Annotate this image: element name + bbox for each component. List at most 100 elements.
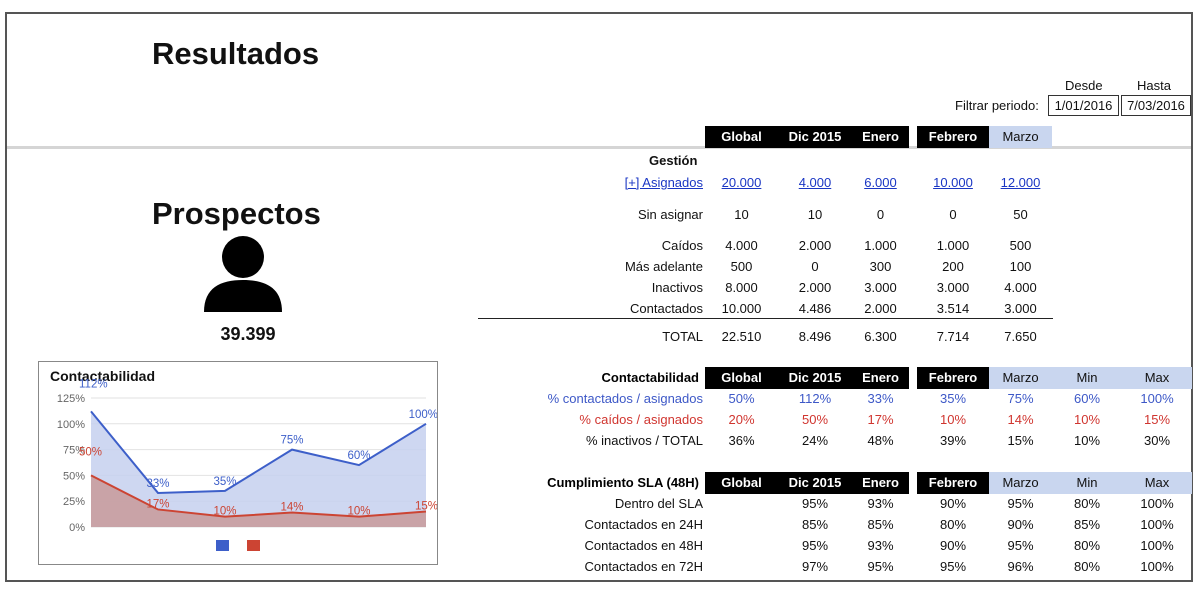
contact-header-febrero: Febrero [917, 367, 989, 389]
sla-dentro-marzo: 95% [1007, 496, 1034, 511]
sla-48h-label: Contactados en 48H [584, 538, 703, 553]
chart-data-label: 112% [79, 378, 108, 390]
chart-data-label: 10% [213, 506, 236, 518]
contactados-global: 10.000 [721, 301, 762, 316]
filter-to-label: Hasta [1137, 78, 1171, 93]
pct-contactados-max: 100% [1140, 391, 1174, 406]
contactados-dic2015: 4.486 [798, 301, 832, 316]
sla-48h-febrero: 90% [939, 538, 967, 553]
asignados-global-link[interactable]: 20.000 [705, 175, 778, 190]
chart-ytick-label: 0% [69, 522, 85, 534]
contactados-marzo: 3.000 [1004, 301, 1037, 316]
sla-dentro-enero: 93% [867, 496, 894, 511]
sin-asignar-global: 10 [734, 207, 749, 222]
sla-header-enero: Enero [852, 472, 909, 494]
pct-caidos-label: % caídos / asignados [579, 412, 703, 427]
sla-48h-marzo: 95% [1007, 538, 1034, 553]
sin-asignar-febrero: 0 [949, 207, 957, 222]
filter-from-input[interactable]: 1/01/2016 [1048, 95, 1119, 116]
mas-adelante-global: 500 [730, 259, 753, 274]
total-global: 22.510 [721, 329, 762, 344]
sla-48h-max: 100% [1140, 538, 1174, 553]
inactivos-febrero: 3.000 [936, 280, 970, 295]
caidos-label: Caídos [661, 238, 703, 253]
caidos-febrero: 1.000 [936, 238, 970, 253]
total-febrero: 7.714 [936, 329, 970, 344]
chart-data-label: 75% [280, 435, 303, 447]
pct-inactivos-max: 30% [1143, 433, 1171, 448]
inactivos-global: 8.000 [725, 280, 758, 295]
filter-period-label: Filtrar periodo: [955, 98, 1039, 113]
contactados-enero: 2.000 [864, 301, 897, 316]
sla-24h-dic2015: 85% [801, 517, 829, 532]
total-dic2015: 8.496 [798, 329, 832, 344]
sla-dentro-dic2015: 95% [801, 496, 829, 511]
sla-72h-febrero: 95% [939, 559, 967, 574]
asignados-link[interactable]: [+] Asignados [560, 175, 703, 190]
person-icon [204, 236, 282, 312]
sla-72h-label: Contactados en 72H [584, 559, 703, 574]
sla-72h-marzo: 96% [1007, 559, 1034, 574]
sla-72h-enero: 95% [867, 559, 894, 574]
sla-48h-min: 80% [1073, 538, 1101, 553]
chart-legend-swatch-0 [216, 540, 229, 551]
asignados-dic2015-link[interactable]: 4.000 [778, 175, 852, 190]
sla-72h-min: 80% [1073, 559, 1101, 574]
prospectos-count: 39.399 [220, 324, 276, 344]
pct-caidos-global: 20% [728, 412, 755, 427]
asignados-enero-link[interactable]: 6.000 [852, 175, 909, 190]
pct-contactados-dic2015: 112% [798, 391, 832, 406]
total-enero: 6.300 [864, 329, 897, 344]
gestion-section-label: Gestión [649, 153, 698, 168]
sla-24h-label: Contactados en 24H [584, 517, 703, 532]
mas-adelante-marzo: 100 [1009, 259, 1032, 274]
pct-contactados-label: % contactados / asignados [547, 391, 703, 406]
contact-header-dic2015: Dic 2015 [778, 367, 852, 389]
gestion-header-febrero: Febrero [917, 126, 989, 148]
pct-inactivos-febrero: 39% [939, 433, 967, 448]
sin-asignar-enero: 0 [876, 207, 885, 222]
inactivos-dic2015: 2.000 [798, 280, 832, 295]
sla-header-marzo: Marzo [989, 472, 1052, 494]
pct-contactados-global: 50% [728, 391, 755, 406]
mas-adelante-enero: 300 [869, 259, 892, 274]
sin-asignar-label: Sin asignar [637, 207, 703, 222]
sla-header-febrero: Febrero [917, 472, 989, 494]
filter-from-label: Desde [1065, 78, 1103, 93]
sla-header-global: Global [705, 472, 778, 494]
caidos-dic2015: 2.000 [798, 238, 832, 253]
sla-48h-dic2015: 95% [801, 538, 829, 553]
sla-72h-dic2015: 97% [801, 559, 829, 574]
contact-header-max: Max [1122, 367, 1192, 389]
pct-caidos-max: 15% [1143, 412, 1171, 427]
sla-title: Cumplimiento SLA (48H) [547, 475, 699, 490]
sla-header-min: Min [1052, 472, 1122, 494]
chart-data-label: 35% [213, 476, 236, 488]
gestion-header-enero: Enero [852, 126, 909, 148]
chart-data-label: 10% [347, 506, 370, 518]
caidos-global: 4.000 [725, 238, 758, 253]
chart-data-label: 33% [146, 478, 169, 490]
contact-header-marzo: Marzo [989, 367, 1052, 389]
filter-to-input[interactable]: 7/03/2016 [1121, 95, 1191, 116]
contactabilidad-title: Contactabilidad [560, 367, 705, 389]
sla-72h-max: 100% [1140, 559, 1174, 574]
pct-caidos-enero: 17% [867, 412, 894, 427]
sla-header-max: Max [1122, 472, 1192, 494]
chart-data-label: 17% [146, 498, 169, 510]
pct-caidos-marzo: 14% [1007, 412, 1034, 427]
sla-dentro-max: 100% [1140, 496, 1174, 511]
prospectos-title: Prospectos [152, 196, 321, 231]
sla-24h-max: 100% [1140, 517, 1174, 532]
pct-inactivos-dic2015: 24% [801, 433, 829, 448]
chart-legend-swatch-1 [247, 540, 260, 551]
total-marzo: 7.650 [1004, 329, 1037, 344]
chart-ytick-label: 50% [63, 470, 85, 482]
pct-inactivos-min: 10% [1073, 433, 1101, 448]
asignados-marzo-link[interactable]: 12.000 [989, 175, 1052, 190]
chart-data-label: 60% [347, 450, 370, 462]
pct-contactados-enero: 33% [867, 391, 894, 406]
pct-contactados-min: 60% [1073, 391, 1101, 406]
asignados-febrero-link[interactable]: 10.000 [917, 175, 989, 190]
gestion-header-dic2015: Dic 2015 [778, 126, 852, 148]
